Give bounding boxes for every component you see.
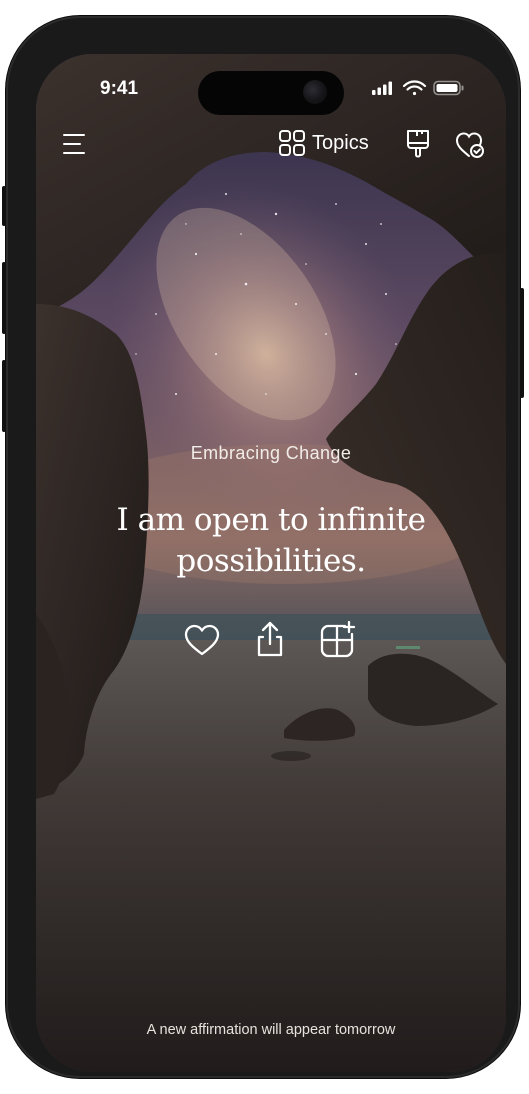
topics-label: Topics bbox=[312, 131, 369, 154]
signal-icon bbox=[372, 81, 392, 95]
wifi-icon bbox=[402, 80, 427, 96]
camera-icon bbox=[303, 80, 327, 104]
heart-check-icon[interactable] bbox=[454, 130, 486, 160]
hamburger-menu-icon[interactable] bbox=[62, 131, 88, 157]
add-widget-icon[interactable] bbox=[318, 620, 358, 660]
status-time: 9:41 bbox=[100, 78, 139, 99]
volume-down-button bbox=[2, 360, 6, 432]
heart-icon[interactable] bbox=[182, 620, 222, 660]
topics-button[interactable]: Topics bbox=[278, 126, 369, 160]
power-button bbox=[520, 288, 524, 398]
topic-label: Embracing Change bbox=[190, 443, 352, 463]
share-icon[interactable] bbox=[250, 620, 290, 660]
grid-icon bbox=[279, 130, 305, 156]
phone-frame: 9:41 Topics Embracing Change I am open t… bbox=[2, 16, 524, 1078]
paint-brush-icon[interactable] bbox=[404, 128, 432, 160]
action-button bbox=[2, 186, 6, 226]
footer-note: A new affirmation will appear tomorrow bbox=[146, 1022, 396, 1038]
dynamic-island bbox=[198, 71, 344, 115]
affirmation-text: I am open to infinite possibilities. bbox=[116, 502, 426, 579]
app-screen: 9:41 Topics Embracing Change I am open t… bbox=[36, 54, 506, 1072]
battery-icon bbox=[433, 80, 464, 96]
status-icons bbox=[372, 80, 464, 96]
volume-up-button bbox=[2, 262, 6, 334]
